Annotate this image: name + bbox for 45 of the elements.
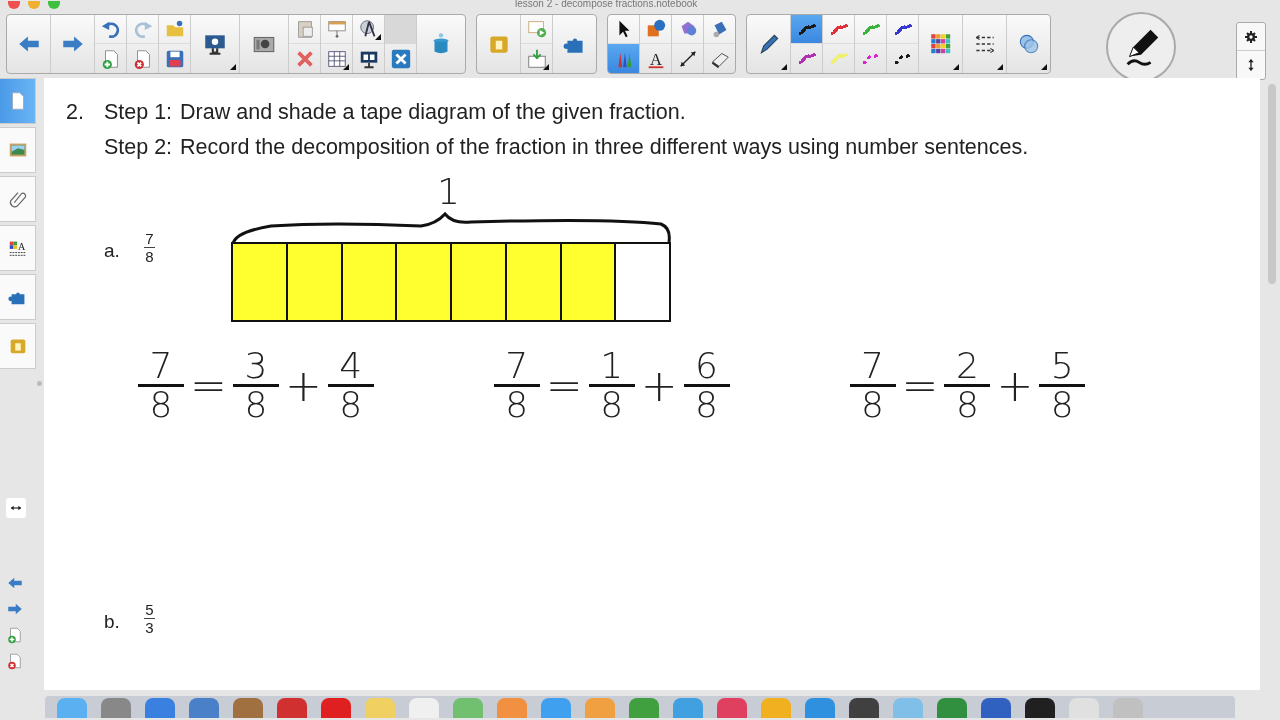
handwritten-fraction: 7 8 [138,348,184,423]
step-label: Step 2: [103,135,173,160]
expand-button[interactable] [6,498,26,518]
page-delete-icon [6,651,24,670]
part-letter: a. [104,239,121,262]
part-letter: b. [104,610,121,633]
whole-label: 1 [437,172,461,212]
handwritten-symbol: + [284,360,322,411]
handwritten-symbol: = [901,360,939,411]
pages-tab[interactable] [0,78,36,124]
download-icon [525,47,548,70]
fraction: 7 8 [144,230,155,265]
video-icon [525,18,548,40]
window-title: lesson 2 - decompose fractions.notebook [515,0,698,9]
page-add-icon [6,625,24,644]
handwritten-symbol: = [190,360,227,411]
pen-style-button[interactable] [791,15,822,44]
handwritten-fraction: 4 8 [327,348,374,423]
question-number: 2. [66,100,84,126]
handwritten-fraction: 2 8 [944,348,991,423]
handwritten-fraction: 3 8 [232,348,279,423]
handwritten-fraction: 1 8 [588,348,635,423]
handwritten-symbol: + [996,360,1034,411]
handwritten-fraction: 7 8 [493,348,540,423]
handwritten-fraction: 7 8 [849,348,896,423]
gallery-tab[interactable] [0,127,36,173]
handwritten-symbol: = [545,360,583,411]
fraction: 5 3 [144,601,155,636]
resize-handle[interactable] [37,381,42,386]
zoom-button[interactable] [48,1,60,9]
screen-icon [325,18,348,40]
step-text: Record the decomposition of the fraction in three different ways using number sentences. [180,135,1029,160]
handwritten-symbol: + [640,360,678,411]
scrollbar-thumb[interactable] [1268,84,1276,284]
step-label: Step 1: [103,100,173,125]
properties-tab[interactable]: A [0,225,36,271]
handwritten-fraction: 6 8 [683,348,730,423]
settings-icon [1243,28,1259,45]
handwritten-fraction: 5 8 [1039,348,1086,423]
cross-square-icon [389,47,412,70]
attachments-tab[interactable] [0,176,36,222]
step-text: Draw and shade a tape diagram of the given fraction. [180,100,686,125]
lesson-activity-tab[interactable] [0,323,36,369]
close-button[interactable] [8,1,20,9]
add-ons-tab[interactable] [0,274,36,320]
